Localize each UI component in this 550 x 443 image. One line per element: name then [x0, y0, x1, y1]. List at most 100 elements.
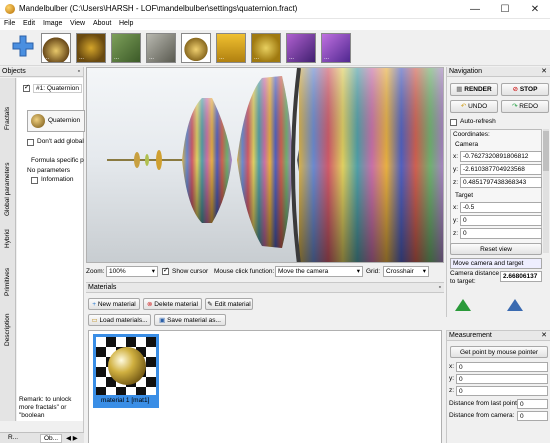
materials-dock-title: Materials [88, 284, 117, 291]
material-item-label: material 1 [mat1] [101, 397, 150, 404]
information-checkbox[interactable] [31, 177, 38, 184]
camera-z-field[interactable]: 0.4851797438368343 [460, 177, 542, 188]
navigation-scrollbar[interactable] [543, 129, 549, 253]
redo-button[interactable]: ↷ REDO [501, 100, 549, 113]
tab-render-settings[interactable]: R... [8, 434, 18, 441]
save-material-button[interactable]: ▣ Save material as... [154, 314, 226, 326]
load-materials-button[interactable]: ▭ Load materials... [88, 314, 151, 326]
preset-thumbnail-5[interactable]: ... [181, 33, 211, 63]
minimize-button[interactable]: — [460, 0, 490, 19]
remark-text: Remark: to unlock more fractals" or "boo… [19, 396, 72, 419]
show-cursor-checkbox[interactable] [162, 266, 169, 275]
menu-edit[interactable]: Edit [23, 20, 35, 27]
undock-icon[interactable]: ▫ [78, 67, 80, 77]
measure-x-field[interactable]: 0 [456, 362, 548, 372]
title-bar: Mandelbulber (C:\Users\HARSH - LOF\mande… [0, 0, 550, 19]
grid-select[interactable]: Crosshair ▾ [383, 266, 429, 277]
rotate-arrow-icon[interactable] [507, 299, 523, 311]
camera-y-field[interactable]: -2.610387704923568 [460, 164, 542, 175]
coordinates-label: Coordinates: [453, 131, 490, 138]
distance-from-camera-field[interactable]: 0 [517, 411, 548, 421]
preset-thumbnail-4[interactable]: ... [146, 33, 176, 63]
target-z-field[interactable]: 0 [460, 228, 542, 239]
distance-from-camera-label: Distance from camera: [449, 412, 515, 419]
preset-thumbnail-2[interactable]: ... [76, 33, 106, 63]
maximize-button[interactable]: ☐ [490, 0, 520, 19]
zoom-select[interactable]: 100% ▾ [106, 266, 158, 277]
objects-bottom-tabs: R... Ob... ◀ ▶ [0, 432, 84, 443]
camera-x-field[interactable]: -0.7627320891806812 [460, 151, 542, 162]
close-icon[interactable]: ✕ [541, 331, 547, 341]
dont-add-global-checkbox[interactable] [27, 139, 34, 146]
camera-label: Camera [455, 141, 479, 148]
target-y-field[interactable]: 0 [460, 215, 542, 226]
materials-dock: Materials ▫ + New material ⊗ Delete mater… [86, 282, 444, 443]
objects-dock: Objects ▫ Fractals Global parameters Hybr… [0, 67, 85, 443]
menu-about[interactable]: About [93, 20, 111, 27]
mouse-click-select[interactable]: Move the camera ▾ [275, 266, 363, 277]
move-up-arrow-icon[interactable] [455, 299, 471, 311]
camera-x-label: x: [453, 153, 459, 160]
menu-help[interactable]: Help [119, 20, 133, 27]
tab-description[interactable]: Description [4, 313, 11, 346]
material-item[interactable]: material 1 [mat1] [93, 334, 159, 408]
mouse-click-label: Mouse click function: [214, 268, 275, 275]
formula-specific-label: Formula specific p [31, 157, 84, 164]
target-x-field[interactable]: -0.5 [460, 202, 542, 213]
target-z-label: z: [453, 230, 459, 237]
edit-material-button[interactable]: ✎ Edit material [205, 298, 253, 310]
tab-objects[interactable]: Ob... [40, 434, 63, 443]
menu-file[interactable]: File [4, 20, 15, 27]
preset-thumbnail-9[interactable]: ... [321, 33, 351, 63]
delete-material-button[interactable]: ⊗ Delete material [143, 298, 202, 310]
get-point-button[interactable]: Get point by mouse pointer [450, 346, 548, 358]
preset-thumbnail-7[interactable]: ... [251, 33, 281, 63]
fractal-tab-label[interactable]: #1: Quaternion [33, 84, 83, 93]
undock-icon[interactable]: ▫ [439, 283, 441, 293]
fractal-settings-area: #1: Quaternion Quaternion Don't add glob… [17, 78, 85, 421]
auto-refresh-checkbox[interactable] [450, 119, 457, 126]
objects-vertical-tabs: Fractals Global parameters Hybrid Primit… [0, 78, 16, 421]
chevron-down-icon: ▾ [151, 268, 155, 275]
add-preset-icon[interactable] [12, 35, 34, 57]
scrollbar-thumb[interactable] [543, 131, 549, 171]
close-button[interactable]: ✕ [520, 0, 550, 19]
undo-button[interactable]: ↶ UNDO [450, 100, 498, 113]
tab-fractals[interactable]: Fractals [4, 107, 11, 130]
preset-thumbnail-3[interactable]: ... [111, 33, 141, 63]
preset-thumbnail-6[interactable]: ... [216, 33, 246, 63]
objects-dock-header: Objects ▫ [0, 67, 83, 77]
information-label: Information [41, 176, 74, 183]
render-viewport[interactable] [86, 67, 444, 263]
tab-hybrid[interactable]: Hybrid [4, 229, 11, 248]
measurement-dock-title: Measurement [449, 332, 492, 339]
new-material-button[interactable]: + New material [88, 298, 140, 310]
measure-y-field[interactable]: 0 [456, 374, 548, 384]
fractal-enable-checkbox[interactable] [23, 83, 30, 92]
target-label: Target [455, 192, 474, 199]
preset-thumbnail-8[interactable]: ... [286, 33, 316, 63]
menu-image[interactable]: Image [43, 20, 62, 27]
measure-z-field[interactable]: 0 [456, 386, 548, 396]
tab-primitives[interactable]: Primitives [4, 268, 11, 296]
zoom-value: 100% [109, 268, 126, 275]
reset-view-button[interactable]: Reset view [450, 243, 542, 255]
measurement-dock: Measurement ✕ Get point by mouse pointer … [446, 330, 550, 443]
distance-from-last-field[interactable]: 0 [517, 399, 548, 409]
render-button[interactable]: ▦ RENDER [450, 83, 498, 96]
mandelbulber-app-icon [5, 4, 15, 14]
menu-view[interactable]: View [70, 20, 85, 27]
tab-scroll-arrows[interactable]: ◀ ▶ [66, 434, 78, 442]
formula-selector[interactable]: Quaternion [27, 110, 85, 132]
preset-thumbnail-1[interactable]: ... [41, 33, 71, 63]
zoom-label: Zoom: [86, 268, 105, 275]
camera-distance-field[interactable]: 2.66806137 [500, 271, 542, 282]
materials-list: material 1 [mat1] [88, 330, 442, 443]
close-icon[interactable]: ✕ [541, 67, 547, 77]
tab-global-parameters[interactable]: Global parameters [4, 163, 11, 216]
coordinates-group: Coordinates: Camera x: -0.76273208918068… [450, 129, 542, 253]
stop-button[interactable]: ⊘ STOP [501, 83, 549, 96]
camera-distance-label: Camera distance to target: [450, 270, 500, 285]
material-sphere [108, 347, 146, 385]
move-mode-select[interactable]: Move camera and target [450, 258, 542, 269]
